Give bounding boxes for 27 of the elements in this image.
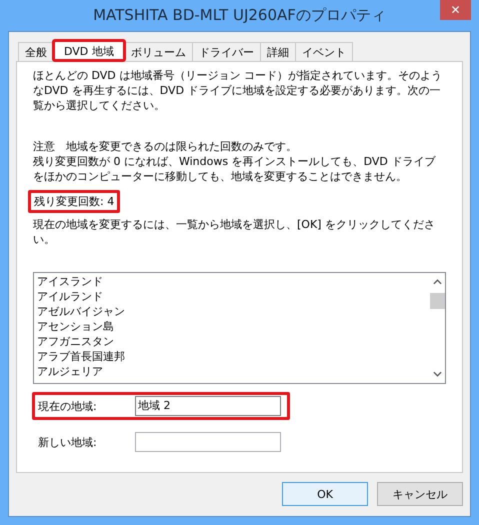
scroll-up-icon[interactable] <box>432 279 442 285</box>
new-region-field[interactable] <box>135 432 281 452</box>
ok-button[interactable]: OK <box>282 482 368 506</box>
list-item[interactable]: アフガニスタン <box>37 334 426 349</box>
tab[interactable]: 全般 <box>18 42 54 61</box>
current-region-field: 地域 2 <box>135 396 281 416</box>
intro-text: ほとんどの DVD は地域番号（リージョン コード）が指定されています。そのようなDVD を再生するには、DVD ドライブに地域を設定する必要があります。次の一覧から選択してください。 <box>33 68 443 113</box>
list-item[interactable]: アゼルバイジャン <box>37 304 426 319</box>
current-region-label: 現在の地域: <box>37 398 98 414</box>
tab[interactable]: DVD 地域 <box>53 40 125 61</box>
region-list[interactable]: アイスランド アイルランド アゼルバイジャン アセンション島 アフガニスタン アラブ首長国連邦 アルジェリア <box>33 272 446 384</box>
warning-text: 残り変更回数が 0 になれば、Windows を再インストールしても、DVD ドライブをほかのコンピューターに移動しても、地域を変更することはできません。 <box>33 154 437 184</box>
remaining-changes-text: 残り変更回数: 4 <box>28 190 120 213</box>
close-button[interactable]: ✕ <box>440 0 471 20</box>
list-item[interactable]: アイスランド <box>37 274 426 289</box>
list-item[interactable]: アルジェリア <box>37 364 426 379</box>
window-title: MATSHITA BD-MLT UJ260AFのプロパティ <box>93 6 386 25</box>
list-item[interactable]: アラブ首長国連邦 <box>37 349 426 364</box>
tab[interactable]: イベント <box>294 42 353 61</box>
instruction-text: 現在の地域を変更するには、一覧から地域を選択し、[OK] をクリックしてください。 <box>33 217 436 247</box>
new-region-label: 新しい地域: <box>37 434 98 450</box>
scroll-thumb[interactable] <box>430 293 444 309</box>
list-item[interactable]: アセンション島 <box>37 319 426 334</box>
cancel-button[interactable]: キャンセル <box>377 482 463 506</box>
notice-text: 注意 地域を変更できるのは限られた回数のみです。 <box>33 139 298 154</box>
scroll-down-icon[interactable] <box>432 371 442 377</box>
list-item[interactable]: アイルランド <box>37 289 426 304</box>
